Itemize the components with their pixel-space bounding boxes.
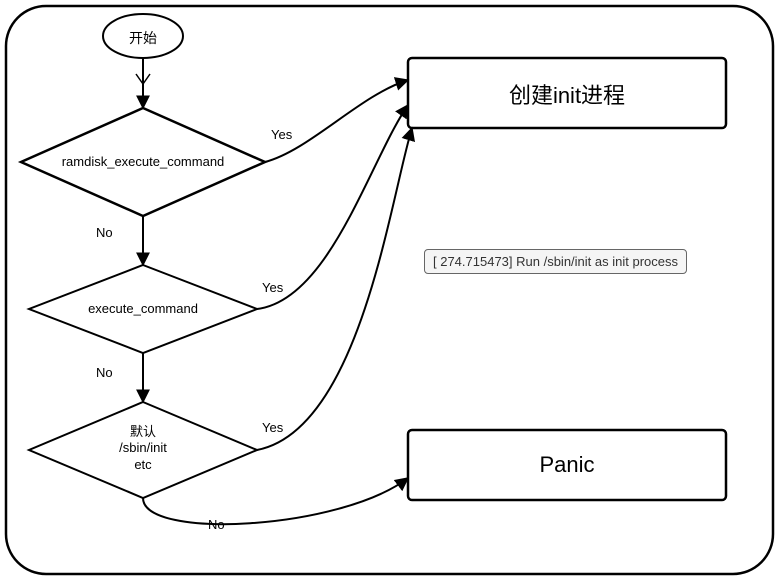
edge-label-d1-no: No xyxy=(96,225,113,240)
edge-label-d3-yes: Yes xyxy=(262,420,283,435)
edge-d3-panic xyxy=(143,478,408,524)
log-annotation: [ 274.715473] Run /sbin/init as init pro… xyxy=(424,249,687,274)
start-node xyxy=(103,14,183,58)
flowchart-canvas: 开始 ramdisk_execute_command execute_comma… xyxy=(0,0,779,580)
decision-ramdisk xyxy=(21,108,265,216)
edge-label-d1-yes: Yes xyxy=(271,127,292,142)
create-init-box xyxy=(408,58,726,128)
edge-label-d3-no: No xyxy=(208,517,225,532)
edge-d1-createinit xyxy=(265,80,408,162)
decision-default xyxy=(29,402,257,498)
edge-label-d2-no: No xyxy=(96,365,113,380)
decision-execute xyxy=(29,265,257,353)
edge-label-d2-yes: Yes xyxy=(262,280,283,295)
panic-box xyxy=(408,430,726,500)
